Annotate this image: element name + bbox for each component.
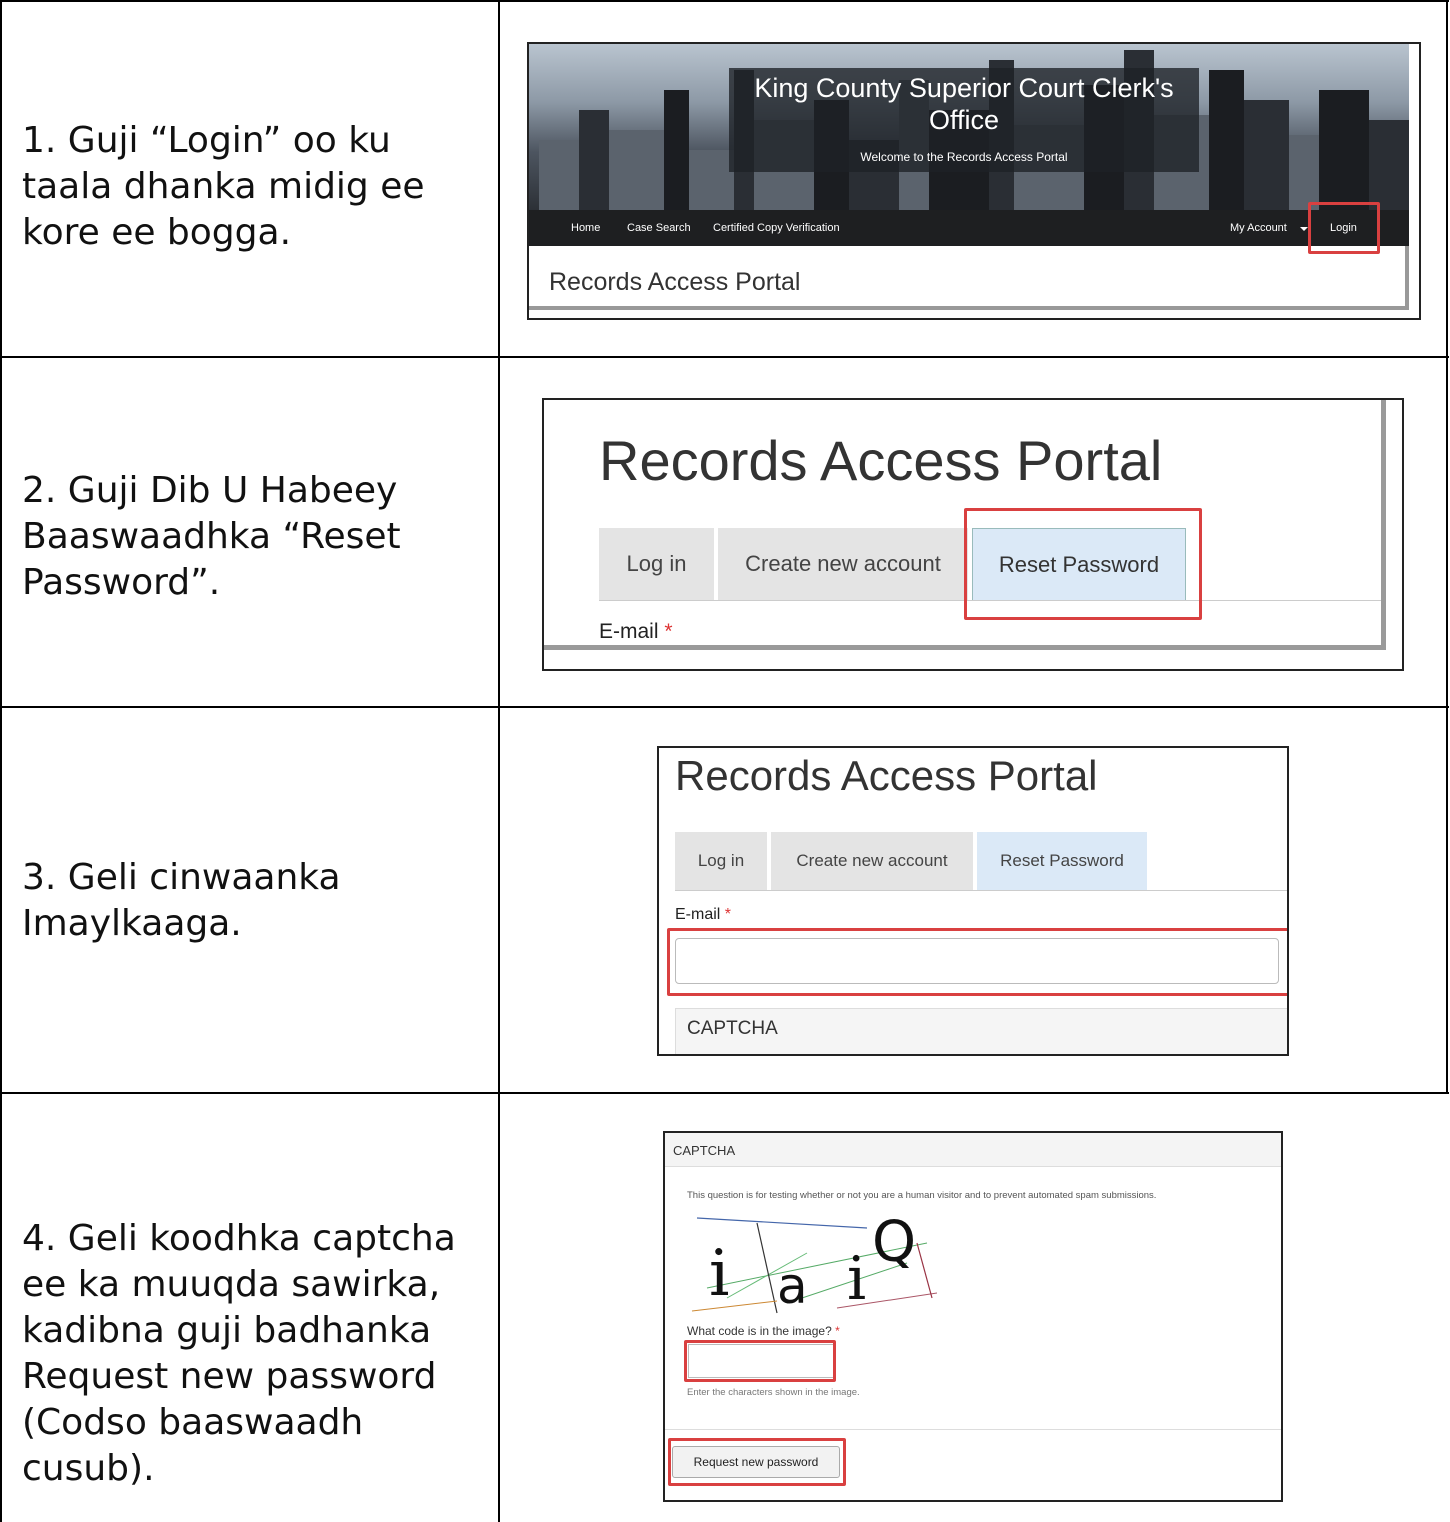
captcha-heading: CAPTCHA (687, 1018, 778, 1039)
table-border-left (0, 0, 2, 1522)
nav-certified-copy-link[interactable]: Certified Copy Verification (713, 222, 840, 234)
captcha-header (665, 1133, 1281, 1167)
captcha-noise-line (916, 1242, 933, 1299)
email-label: E-mail * (675, 906, 731, 924)
captcha-char: i (709, 1237, 729, 1311)
tab-create-account[interactable]: Create new account (771, 832, 973, 890)
captcha-noise-line (756, 1222, 778, 1314)
email-label-text: E-mail (675, 906, 721, 923)
tab-log-in[interactable]: Log in (599, 528, 714, 600)
captcha-noise-line (696, 1217, 868, 1229)
table-border-right (1446, 0, 1448, 1092)
captcha-question: What code is in the image? * (687, 1324, 840, 1338)
email-highlight-box (667, 928, 1287, 996)
portal-title: Records Access Portal (675, 752, 1098, 799)
tab-divider (675, 890, 1287, 891)
reset-password-highlight-box (964, 508, 1202, 620)
chevron-down-icon (1300, 227, 1308, 231)
step-3-text: 3. Geli cinwaanka Imaylkaaga. (22, 857, 341, 944)
row-divider (0, 706, 1449, 708)
captcha-char: Q (872, 1210, 916, 1275)
captcha-description: This question is for testing whether or … (687, 1190, 1157, 1201)
form-divider (665, 1429, 1281, 1430)
captcha-heading: CAPTCHA (673, 1143, 736, 1158)
required-marker: * (835, 1324, 840, 1338)
required-marker: * (664, 620, 673, 643)
nav-my-account-menu[interactable]: My Account (1230, 222, 1287, 234)
step-1-text: 1. Guji “Login” oo ku taala dhanka midig… (22, 120, 425, 253)
screenshot-email-field: Records Access Portal Log in Create new … (657, 746, 1289, 1056)
captcha-char: i (847, 1244, 866, 1314)
screenshot-reset-tab: Records Access Portal Log in Create new … (542, 398, 1404, 671)
table-border-top (0, 0, 1449, 2)
tab-create-account[interactable]: Create new account (718, 528, 968, 600)
captcha-char: a (777, 1257, 808, 1315)
tab-log-in[interactable]: Log in (675, 832, 767, 890)
captcha-input-highlight-box (684, 1340, 836, 1382)
nav-home-link[interactable]: Home (571, 222, 600, 234)
required-marker: * (724, 906, 732, 923)
screenshot-portal-header: King County Superior Court Clerk's Offic… (527, 42, 1421, 320)
portal-title: Records Access Portal (599, 429, 1163, 492)
row-divider (0, 1092, 1449, 1094)
email-label-text: E-mail (599, 620, 659, 643)
captcha-help-text: Enter the characters shown in the image. (687, 1387, 860, 1398)
email-label: E-mail * (599, 620, 673, 644)
nav-case-search-link[interactable]: Case Search (627, 222, 691, 234)
tab-reset-password[interactable]: Reset Password (977, 832, 1147, 890)
step-2-text: 2. Guji Dib U Habeey Baaswaadhka “Reset … (22, 470, 401, 603)
banner-subtitle: Welcome to the Records Access Portal (860, 150, 1068, 164)
captcha-question-text: What code is in the image? (687, 1324, 832, 1338)
page-title: Records Access Portal (549, 268, 801, 296)
captcha-image: i a i Q (691, 1210, 937, 1315)
column-divider (498, 0, 500, 1522)
captcha-noise-line (691, 1300, 778, 1312)
row-divider (0, 356, 1449, 358)
screenshot-captcha: CAPTCHA This question is for testing whe… (663, 1131, 1283, 1502)
submit-highlight-box (668, 1438, 846, 1486)
banner-title: King County Superior Court Clerk's Offic… (754, 73, 1174, 135)
step-4-text: 4. Geli koodhka captcha ee ka muuqda saw… (22, 1218, 456, 1489)
